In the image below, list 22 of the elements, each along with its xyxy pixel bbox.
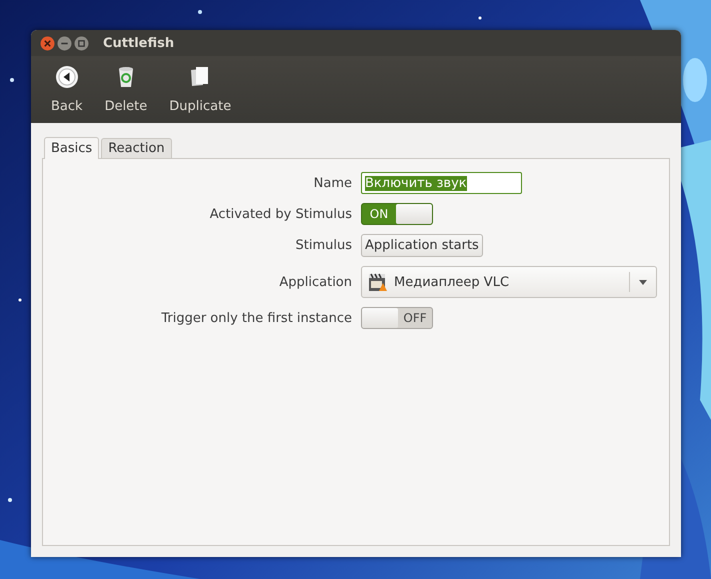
clapperboard-icon (368, 272, 388, 292)
toggle-switch[interactable]: ON (361, 203, 433, 225)
field-label: Trigger only the first instance (160, 310, 352, 326)
field-label: Name (312, 176, 352, 190)
back-icon (54, 65, 79, 89)
application-dropdown[interactable]: Медиаплеер VLC (361, 266, 657, 298)
toggle-switch[interactable]: OFF (361, 307, 433, 329)
window-title: Cuttlefish (103, 36, 174, 50)
close-icon[interactable] (40, 36, 55, 50)
toolbar-button[interactable]: Duplicate (163, 65, 238, 114)
dropdown-arrow-icon (639, 280, 647, 284)
field-label: Activated by Stimulus (208, 206, 352, 222)
field-label: Application (278, 274, 352, 290)
field-label: Stimulus (294, 238, 352, 253)
minimize-icon[interactable] (57, 36, 72, 50)
toolbar-button[interactable]: Back (45, 65, 89, 114)
maximize-icon[interactable] (74, 36, 89, 50)
tab[interactable]: Reaction (101, 138, 172, 158)
tab[interactable]: Basics (44, 137, 100, 159)
name-field[interactable]: Включить звук (361, 172, 522, 194)
stimulus-button[interactable]: Application starts (361, 234, 483, 257)
toolbar-button[interactable]: Delete (98, 65, 154, 114)
